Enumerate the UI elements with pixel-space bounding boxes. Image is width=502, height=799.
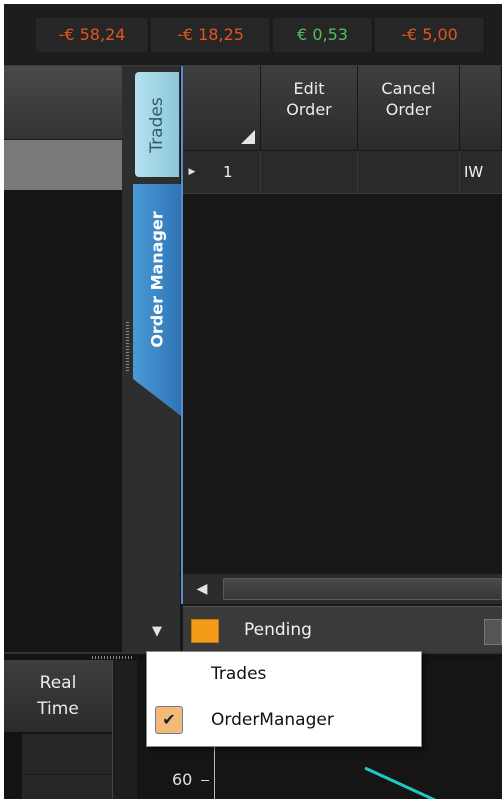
list-item[interactable]	[22, 775, 112, 799]
column-header-real-time[interactable]: Real Time	[4, 660, 112, 732]
status-label: Pending	[244, 620, 312, 640]
grid-header-sort[interactable]	[183, 66, 261, 150]
symbol-cell: IW	[464, 163, 484, 181]
menu-item-label: OrderManager	[211, 710, 334, 730]
tab-menu-chevron-down-icon[interactable]: ▼	[152, 624, 162, 639]
y-tick-label: 60	[172, 770, 193, 789]
left-panel-selected-row[interactable]	[4, 140, 122, 190]
pending-color-swatch	[191, 619, 219, 643]
column-header-edit-order[interactable]: Edit Order	[261, 66, 358, 150]
scroll-thumb[interactable]	[223, 578, 502, 600]
pnl-value-2: -€ 18,25	[151, 18, 271, 52]
y-tick-mark	[201, 780, 209, 781]
check-icon: ✔	[155, 706, 183, 734]
row-index: 1	[183, 151, 261, 193]
panel-divider	[112, 660, 137, 799]
horizontal-splitter-grip[interactable]	[92, 656, 132, 659]
pnl-value-4: -€ 5,00	[375, 18, 485, 52]
pnl-bar: -€ 58,24 -€ 18,25 € 0,53 -€ 5,00	[4, 4, 502, 66]
pnl-value-3: € 0,53	[273, 18, 373, 52]
menu-item-label: Trades	[211, 664, 267, 684]
left-panel-body	[4, 190, 122, 652]
status-toggle[interactable]	[484, 619, 502, 645]
menu-item-trades[interactable]: Trades	[147, 653, 421, 695]
table-row[interactable]: ▶ 1 IW	[183, 151, 502, 194]
pnl-value-1: -€ 58,24	[36, 18, 149, 52]
tab-trades[interactable]: Trades	[135, 72, 179, 177]
menu-item-order-manager[interactable]: ✔ OrderManager	[147, 699, 421, 741]
edit-order-cell[interactable]	[261, 151, 358, 193]
list-item[interactable]	[22, 734, 112, 775]
column-header-cancel-order[interactable]: Cancel Order	[358, 66, 460, 150]
splitter-grip[interactable]	[126, 322, 129, 372]
tab-context-menu: Trades ✔ OrderManager	[146, 651, 422, 747]
column-header-symbol[interactable]	[460, 66, 502, 150]
sort-corner-icon	[241, 130, 255, 144]
tab-order-manager-label: Order Manager	[147, 211, 167, 348]
tab-order-manager[interactable]: Order Manager	[133, 184, 181, 416]
scroll-left-icon[interactable]: ◀	[183, 574, 221, 604]
chart-series-line	[364, 766, 437, 799]
status-bar: Pending	[183, 606, 502, 653]
tab-trades-label: Trades	[147, 96, 167, 153]
horizontal-scrollbar[interactable]: ◀	[183, 574, 502, 604]
app-frame: -€ 58,24 -€ 18,25 € 0,53 -€ 5,00 Trades …	[4, 4, 502, 799]
cancel-order-cell[interactable]	[358, 151, 460, 193]
left-panel-header	[4, 66, 122, 140]
